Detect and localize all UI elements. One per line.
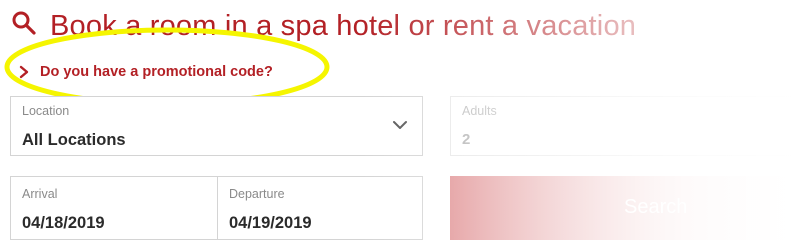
chevron-down-icon [393, 121, 407, 129]
adults-value: 2 [462, 131, 471, 148]
arrival-date-field[interactable]: Arrival 04/18/2019 [10, 176, 218, 240]
search-button-label: Search [624, 196, 688, 218]
departure-date-field[interactable]: Departure 04/19/2019 [217, 176, 423, 240]
chevron-right-icon [19, 65, 29, 79]
location-label: Location [22, 104, 70, 118]
header: Book a room in a spa hotel or rent a vac… [10, 6, 710, 46]
promo-code-toggle[interactable]: Do you have a promotional code? [18, 60, 273, 84]
location-value: All Locations [22, 131, 126, 149]
page-title: Book a room in a spa hotel or rent a vac… [50, 9, 637, 42]
adults-label: Adults [462, 104, 497, 118]
departure-label: Departure [229, 187, 285, 201]
departure-value: 04/19/2019 [229, 214, 312, 232]
search-icon[interactable] [10, 9, 38, 37]
promo-code-label: Do you have a promotional code? [40, 64, 273, 80]
arrival-label: Arrival [22, 187, 58, 201]
location-select[interactable]: Location All Locations [10, 96, 423, 156]
arrival-value: 04/18/2019 [22, 214, 105, 232]
search-button[interactable]: Search [450, 176, 800, 240]
adults-select[interactable]: Adults 2 [450, 96, 800, 156]
